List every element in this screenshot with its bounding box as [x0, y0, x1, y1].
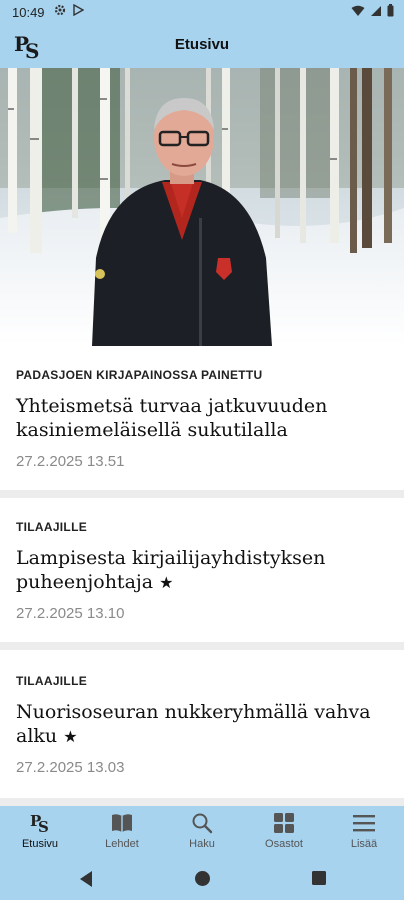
article-headline[interactable]: Yhteismetsä turvaa jatkuvuuden kasinieme… — [16, 394, 376, 442]
page-title: Etusivu — [174, 36, 230, 53]
book-icon — [112, 814, 132, 832]
article-date: 27.2.2025 13.10 — [16, 605, 125, 622]
hero-image[interactable] — [0, 68, 404, 346]
gear-icon — [54, 4, 66, 16]
play-store-icon — [73, 4, 84, 16]
man-in-snowy-forest-photo — [0, 68, 404, 346]
nav-item-lisaa[interactable]: Lisää — [324, 806, 404, 858]
home-icon[interactable] — [194, 870, 211, 887]
nav-label: Osastot — [265, 838, 303, 850]
signal-icon — [371, 5, 381, 16]
article-date: 27.2.2025 13.51 — [16, 453, 125, 470]
status-bar: 10:49 — [0, 0, 404, 24]
article-headline[interactable]: Nuorisoseuran nukkeryhmällä vahva alku ★ — [16, 700, 376, 749]
system-nav-bar — [0, 858, 404, 900]
article-card[interactable]: TILAAJILLE Nuorisoseuran nukkeryhmällä v… — [0, 650, 404, 798]
nav-item-etusivu[interactable]: PS Etusivu — [0, 806, 80, 858]
article-card[interactable]: PADASJOEN KIRJAPAINOSSA PAINETTU Yhteism… — [0, 346, 404, 490]
status-time: 10:49 — [12, 5, 45, 20]
nav-label: Haku — [189, 838, 215, 850]
premium-star-icon: ★ — [63, 727, 78, 746]
app-bar: PS Etusivu — [0, 24, 404, 68]
article-date: 27.2.2025 13.03 — [16, 759, 125, 776]
battery-icon — [387, 4, 394, 17]
nav-item-lehdet[interactable]: Lehdet — [82, 806, 162, 858]
nav-item-osastot[interactable]: Osastot — [244, 806, 324, 858]
nav-label: Lehdet — [105, 838, 139, 850]
menu-icon — [353, 815, 375, 832]
back-icon[interactable] — [78, 870, 94, 888]
wifi-icon — [351, 5, 365, 16]
nav-label: Etusivu — [21, 838, 59, 850]
nav-item-haku[interactable]: Haku — [162, 806, 242, 858]
search-icon — [192, 813, 213, 834]
article-kicker: PADASJOEN KIRJAPAINOSSA PAINETTU — [16, 368, 263, 382]
ps-logo-icon: PS — [30, 812, 49, 836]
article-headline[interactable]: Lampisesta kirjailijayhdistyksen puheenj… — [16, 546, 376, 595]
nav-label: Lisää — [350, 838, 378, 850]
article-kicker: TILAAJILLE — [16, 674, 87, 688]
premium-star-icon: ★ — [159, 573, 174, 592]
bottom-nav: PS Etusivu Lehdet Haku Osastot Lisää — [0, 806, 404, 858]
article-kicker: TILAAJILLE — [16, 520, 87, 534]
article-card[interactable]: TILAAJILLE Lampisesta kirjailijayhdistyk… — [0, 498, 404, 642]
recents-icon[interactable] — [311, 870, 327, 886]
grid-icon — [274, 813, 294, 833]
